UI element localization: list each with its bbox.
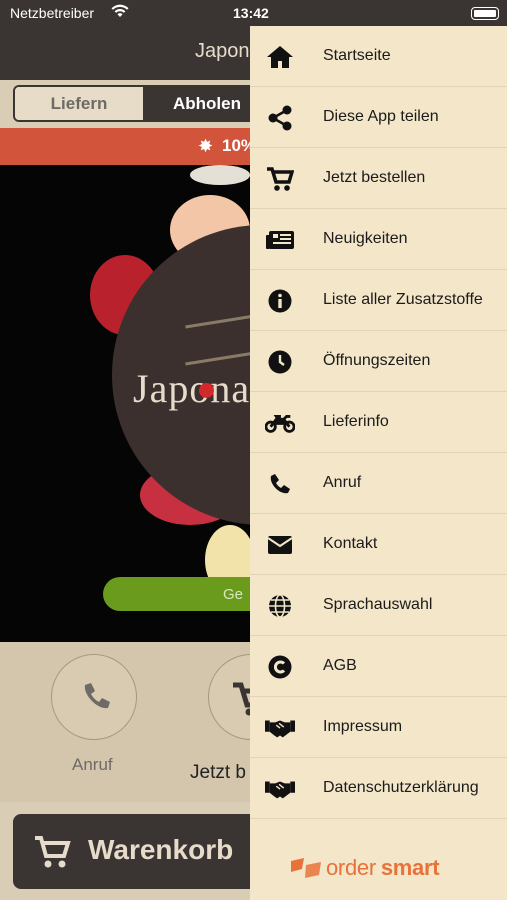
sushi-decoration	[190, 165, 250, 185]
handshake-icon	[265, 714, 295, 742]
globe-icon	[265, 592, 295, 620]
call-label: Anruf	[72, 755, 113, 774]
menu-item-label: Impressum	[323, 718, 403, 735]
battery-icon	[471, 7, 499, 20]
menu-item-order-now[interactable]: Jetzt bestellen	[250, 148, 507, 209]
restaurant-logo: Japona	[133, 366, 251, 411]
menu-item-terms[interactable]: AGB	[250, 636, 507, 697]
menu-item-startseite[interactable]: Startseite	[250, 26, 507, 87]
menu-item-contact[interactable]: Kontakt	[250, 514, 507, 575]
badge-icon: ✸	[198, 136, 214, 156]
navigation-drawer: Startseite Diese App teilen Jetzt bestel…	[250, 26, 507, 900]
menu-item-label: Startseite	[323, 47, 391, 64]
menu-item-label: Kontakt	[323, 535, 378, 552]
cart-icon	[265, 165, 295, 193]
menu-item-opening-hours[interactable]: Öffnungszeiten	[250, 331, 507, 392]
menu-item-label: Datenschutzerklärung	[323, 779, 479, 796]
handshake-icon	[265, 775, 295, 803]
menu-item-share-app[interactable]: Diese App teilen	[250, 87, 507, 148]
news-icon	[265, 226, 295, 254]
home-icon	[265, 43, 295, 71]
menu-item-label: Öffnungszeiten	[323, 352, 431, 369]
page-title: Japon	[195, 40, 250, 62]
menu-item-language[interactable]: Sprachauswahl	[250, 575, 507, 636]
motorcycle-icon	[265, 409, 295, 437]
ordersmart-logo: order smart	[290, 855, 440, 881]
wifi-icon	[110, 3, 130, 22]
menu-item-privacy[interactable]: Datenschutzerklärung	[250, 758, 507, 819]
menu-item-additives[interactable]: Liste aller Zusatzstoffe	[250, 270, 507, 331]
menu-item-label: Diese App teilen	[323, 108, 439, 125]
menu-item-label: AGB	[323, 657, 357, 674]
info-icon	[265, 287, 295, 315]
cart-label: Warenkorb	[88, 834, 234, 865]
ordersmart-logo-mark	[291, 858, 321, 878]
menu-item-label: Liste aller Zusatzstoffe	[323, 291, 483, 308]
menu-item-label: Neuigkeiten	[323, 230, 408, 247]
brand-part1: order	[326, 855, 376, 880]
clock-time: 13:42	[233, 5, 269, 21]
carrier-name: Netzbetreiber	[10, 5, 95, 21]
menu-item-label: Sprachauswahl	[323, 596, 433, 613]
call-button[interactable]	[51, 654, 137, 740]
share-icon	[265, 104, 295, 132]
menu-item-delivery-info[interactable]: Lieferinfo	[250, 392, 507, 453]
order-mode-toggle[interactable]: Liefern Abholen	[13, 85, 273, 122]
menu-item-label: Lieferinfo	[323, 413, 389, 430]
menu-item-news[interactable]: Neuigkeiten	[250, 209, 507, 270]
delivery-option[interactable]: Liefern	[15, 87, 143, 120]
brand-part2: smart	[380, 855, 440, 880]
logo-dot	[199, 383, 214, 398]
clock-icon	[265, 348, 295, 376]
menu-item-label: Jetzt bestellen	[323, 169, 426, 186]
phone-icon	[84, 683, 110, 709]
menu-item-call[interactable]: Anruf	[250, 453, 507, 514]
order-now-label: Jetzt b	[190, 762, 246, 783]
phone-icon	[265, 470, 295, 498]
menu-item-label: Anruf	[323, 474, 362, 491]
menu-item-imprint[interactable]: Impressum	[250, 697, 507, 758]
envelope-icon	[265, 531, 295, 559]
status-bar: Netzbetreiber 13:42	[0, 0, 507, 26]
cart-icon	[35, 836, 71, 868]
copyright-icon	[265, 653, 295, 681]
